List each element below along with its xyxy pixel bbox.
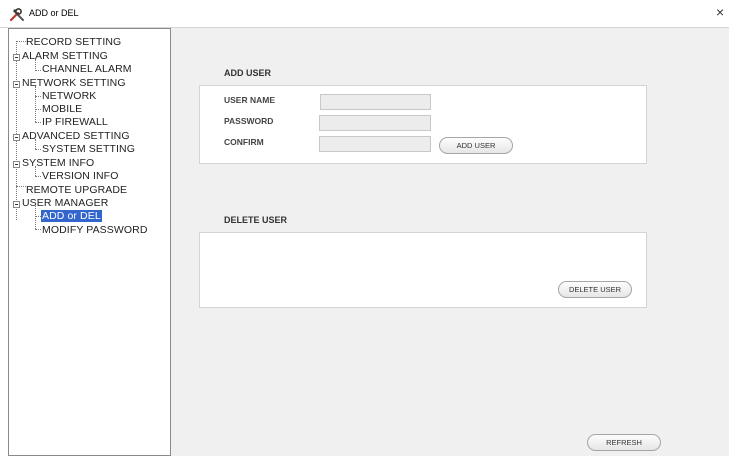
password-input[interactable]	[319, 115, 431, 131]
user-name-label: USER NAME	[224, 95, 276, 105]
tree-item-advanced-setting[interactable]: ADVANCED SETTING	[22, 130, 130, 142]
confirm-label: CONFIRM	[224, 137, 264, 147]
tree-item-ip-firewall[interactable]: IP FIREWALL	[42, 116, 108, 128]
tree-connector	[35, 122, 41, 123]
delete-user-title: DELETE USER	[224, 215, 288, 225]
tree-connector	[35, 206, 36, 229]
close-icon[interactable]: ×	[716, 5, 724, 19]
add-user-title: ADD USER	[224, 68, 272, 78]
collapse-icon[interactable]	[13, 134, 20, 141]
add-user-box: USER NAME PASSWORD CONFIRM ADD USER	[199, 85, 647, 164]
tree-root-line	[16, 41, 17, 220]
tree-connector	[35, 86, 36, 122]
tree-connector	[35, 109, 41, 110]
collapse-icon[interactable]	[13, 81, 20, 88]
tree-item-channel-alarm[interactable]: CHANNEL ALARM	[42, 63, 132, 75]
tree-item-mobile[interactable]: MOBILE	[42, 103, 82, 115]
delete-user-button[interactable]: DELETE USER	[558, 281, 632, 298]
tree-connector	[35, 176, 41, 177]
tree-connector	[35, 149, 41, 150]
tree-connector	[16, 41, 26, 42]
delete-user-box: DELETE USER	[199, 232, 647, 308]
user-name-input[interactable]	[320, 94, 431, 110]
tree-item-alarm-setting[interactable]: ALARM SETTING	[22, 50, 108, 62]
tree-connector	[35, 229, 41, 230]
tree-item-add-or-del[interactable]: ADD or DEL	[41, 210, 102, 222]
tree-connector	[35, 70, 41, 71]
tree-item-modify-password[interactable]: MODIFY PASSWORD	[42, 224, 148, 236]
tree-connector	[35, 96, 41, 97]
password-label: PASSWORD	[224, 116, 274, 126]
wrench-screwdriver-icon	[9, 8, 24, 22]
tree-item-network[interactable]: NETWORK	[42, 90, 96, 102]
settings-tree-panel: RECORD SETTING ALARM SETTING CHANNEL ALA…	[8, 28, 171, 456]
content-area: ADD USER USER NAME PASSWORD CONFIRM ADD …	[171, 28, 729, 456]
confirm-input[interactable]	[319, 136, 431, 152]
settings-tree: RECORD SETTING ALARM SETTING CHANNEL ALA…	[9, 29, 172, 457]
tree-item-record-setting[interactable]: RECORD SETTING	[26, 36, 121, 48]
collapse-icon[interactable]	[13, 201, 20, 208]
tree-item-network-setting[interactable]: NETWORK SETTING	[22, 77, 126, 89]
window-title: ADD or DEL	[29, 8, 79, 18]
tree-item-system-info[interactable]: SYSTEM INFO	[22, 157, 94, 169]
add-user-button[interactable]: ADD USER	[439, 137, 513, 154]
refresh-button[interactable]: REFRESH	[587, 434, 661, 451]
tree-item-version-info[interactable]: VERSION INFO	[42, 170, 118, 182]
collapse-icon[interactable]	[13, 54, 20, 61]
tree-item-user-manager[interactable]: USER MANAGER	[22, 197, 108, 209]
tree-item-system-setting[interactable]: SYSTEM SETTING	[42, 143, 135, 155]
tree-connector	[16, 186, 26, 187]
tree-item-remote-upgrade[interactable]: REMOTE UPGRADE	[26, 184, 127, 196]
collapse-icon[interactable]	[13, 161, 20, 168]
title-bar: ADD or DEL ×	[0, 0, 729, 28]
